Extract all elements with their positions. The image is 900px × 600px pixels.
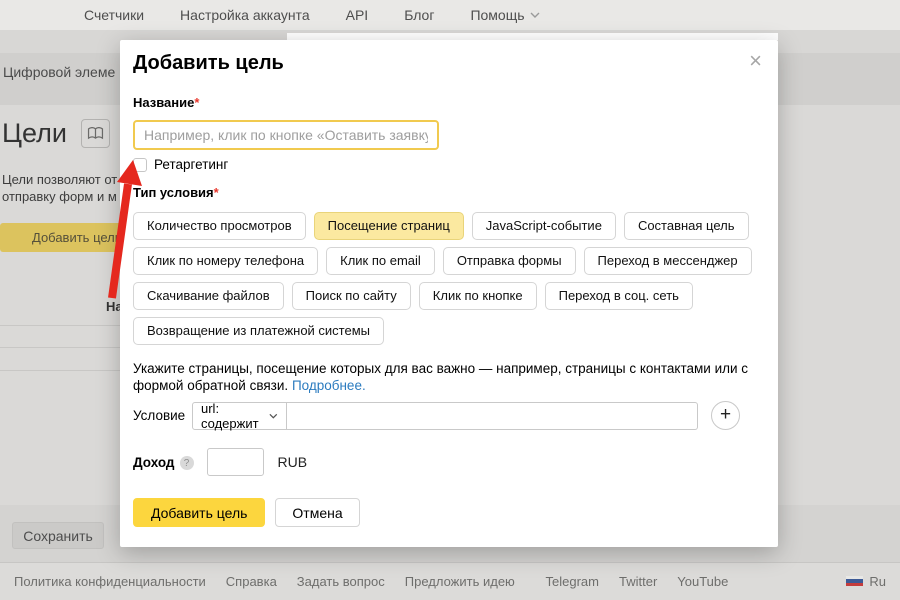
- revenue-row: Доход ? RUB: [133, 448, 307, 476]
- plus-icon: +: [720, 404, 731, 426]
- retargeting-label: Ретаргетинг: [154, 157, 228, 172]
- type-option-js-event[interactable]: JavaScript-событие: [472, 212, 616, 240]
- footer-link-youtube[interactable]: YouTube: [677, 574, 728, 589]
- retargeting-checkbox[interactable]: [133, 158, 147, 172]
- condition-operator-select[interactable]: url: содержит: [192, 402, 287, 430]
- goals-intro-text: Цели позволяют от отправку форм и м: [2, 171, 117, 205]
- book-icon: [81, 119, 110, 148]
- condition-operator-value: url: содержит: [201, 401, 269, 431]
- nav-blog[interactable]: Блог: [404, 7, 434, 23]
- condition-value-input[interactable]: [287, 402, 698, 430]
- type-option-email-click[interactable]: Клик по email: [326, 247, 435, 275]
- type-option-page-visit-selected[interactable]: Посещение страниц: [314, 212, 464, 240]
- type-option-file-download[interactable]: Скачивание файлов: [133, 282, 284, 310]
- name-label: Название*: [133, 95, 199, 110]
- type-option-messenger[interactable]: Переход в мессенджер: [584, 247, 752, 275]
- footer: Политика конфиденциальности Справка Зада…: [0, 562, 900, 600]
- language-switcher[interactable]: Ru: [846, 574, 886, 589]
- type-option-phone-click[interactable]: Клик по номеру телефона: [133, 247, 318, 275]
- top-navigation: Счетчики Настройка аккаунта API Блог Пом…: [0, 0, 900, 30]
- learn-more-link[interactable]: Подробнее.: [292, 378, 366, 393]
- condition-label: Условие: [133, 408, 192, 423]
- currency-label: RUB: [278, 454, 308, 470]
- type-option-payment-return[interactable]: Возвращение из платежной системы: [133, 317, 384, 345]
- retargeting-checkbox-row[interactable]: Ретаргетинг: [133, 157, 228, 172]
- nav-help[interactable]: Помощь: [470, 7, 539, 23]
- submit-add-goal-button[interactable]: Добавить цель: [133, 498, 265, 527]
- nav-help-label: Помощь: [470, 7, 524, 23]
- page-white-edge: [287, 33, 778, 40]
- goal-name-input[interactable]: [133, 120, 439, 150]
- nav-api[interactable]: API: [346, 7, 369, 23]
- save-button-dimmed: Сохранить: [12, 522, 104, 549]
- counter-name: Цифровой элеме: [3, 64, 115, 80]
- modal-actions: Добавить цель Отмена: [133, 498, 360, 527]
- type-option-composite[interactable]: Составная цель: [624, 212, 749, 240]
- revenue-input[interactable]: [207, 448, 264, 476]
- condition-type-label: Тип условия*: [133, 185, 219, 200]
- language-label: Ru: [869, 574, 886, 589]
- modal-title: Добавить цель: [133, 52, 284, 75]
- nav-account-settings[interactable]: Настройка аккаунта: [180, 7, 310, 23]
- footer-link-twitter[interactable]: Twitter: [619, 574, 657, 589]
- russia-flag-icon: [846, 576, 863, 587]
- add-goal-button-dimmed: Добавить цель: [0, 223, 125, 252]
- table-divider: [0, 325, 120, 326]
- close-icon[interactable]: ×: [749, 50, 762, 72]
- help-icon[interactable]: ?: [180, 456, 194, 470]
- footer-link-help[interactable]: Справка: [226, 574, 277, 589]
- chevron-down-icon: [269, 413, 278, 419]
- table-divider: [0, 347, 120, 348]
- footer-link-suggest-idea[interactable]: Предложить идею: [405, 574, 515, 589]
- page-title-row: Цели: [2, 118, 110, 149]
- revenue-label: Доход: [133, 455, 175, 470]
- page-title: Цели: [2, 118, 67, 149]
- footer-link-ask-question[interactable]: Задать вопрос: [297, 574, 385, 589]
- type-option-form-submit[interactable]: Отправка формы: [443, 247, 576, 275]
- type-option-pageviews[interactable]: Количество просмотров: [133, 212, 306, 240]
- add-goal-modal: Добавить цель × Название* Ретаргетинг Ти…: [120, 40, 778, 547]
- table-divider: [0, 370, 120, 371]
- condition-type-options: Количество просмотров Посещение страниц …: [133, 212, 752, 352]
- condition-description: Укажите страницы, посещение которых для …: [133, 360, 783, 394]
- footer-link-telegram[interactable]: Telegram: [546, 574, 599, 589]
- footer-link-privacy[interactable]: Политика конфиденциальности: [14, 574, 206, 589]
- add-condition-button[interactable]: +: [711, 401, 740, 430]
- required-asterisk: *: [194, 95, 199, 110]
- type-option-button-click[interactable]: Клик по кнопке: [419, 282, 537, 310]
- required-asterisk: *: [214, 185, 219, 200]
- condition-row: Условие url: содержит +: [133, 401, 740, 430]
- cancel-button[interactable]: Отмена: [275, 498, 359, 527]
- chevron-down-icon: [530, 12, 540, 18]
- type-option-site-search[interactable]: Поиск по сайту: [292, 282, 411, 310]
- type-option-social[interactable]: Переход в соц. сеть: [545, 282, 693, 310]
- nav-counters[interactable]: Счетчики: [84, 7, 144, 23]
